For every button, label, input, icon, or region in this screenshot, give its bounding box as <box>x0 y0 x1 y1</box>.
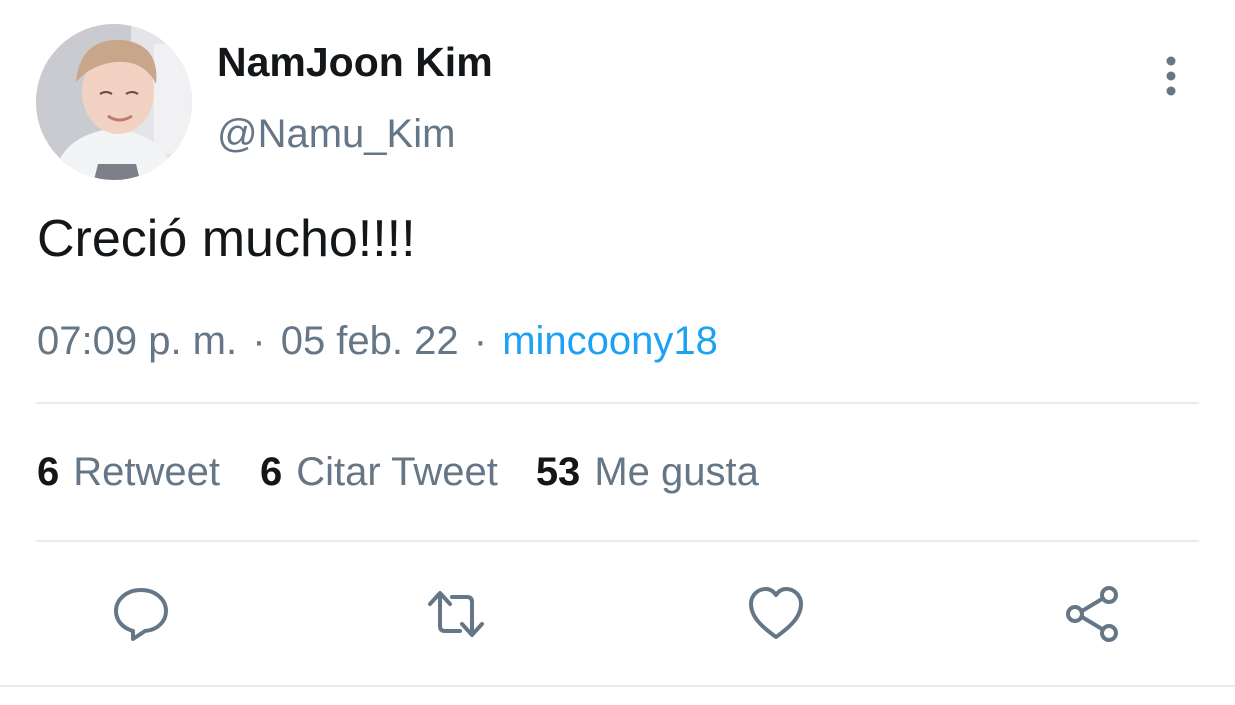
tweet-text: Creció mucho!!!! <box>37 210 416 268</box>
tweet-meta: 07:09 p. m. · 05 feb. 22 · mincoony18 <box>37 315 718 367</box>
like-count: 53 <box>535 450 581 494</box>
share-button[interactable] <box>1063 584 1123 644</box>
tweet-source-link[interactable]: mincoony18 <box>502 319 718 363</box>
like-count-stat[interactable]: 53 Me gusta <box>536 446 759 498</box>
divider <box>36 540 1199 542</box>
reply-button[interactable] <box>111 584 171 644</box>
heart-icon <box>749 587 803 639</box>
profile-photo <box>36 24 192 180</box>
quote-count-stat[interactable]: 6 Citar Tweet <box>260 446 498 498</box>
author-display-name[interactable]: NamJoon Kim <box>217 38 493 86</box>
like-button[interactable] <box>746 584 806 644</box>
vertical-ellipsis-icon <box>1166 56 1176 96</box>
quote-label: Citar Tweet <box>296 450 498 494</box>
tweet-stats: 6 Retweet 6 Citar Tweet 53 Me gusta <box>37 446 759 498</box>
retweet-label: Retweet <box>73 450 220 494</box>
more-options-button[interactable] <box>1150 52 1192 98</box>
tweet-time: 07:09 p. m. <box>37 319 238 363</box>
meta-separator: · <box>473 319 488 363</box>
divider <box>0 685 1235 687</box>
avatar[interactable] <box>36 24 192 180</box>
quote-count: 6 <box>260 450 283 494</box>
retweet-count: 6 <box>37 450 60 494</box>
retweet-count-stat[interactable]: 6 Retweet <box>37 446 220 498</box>
like-label: Me gusta <box>594 450 759 494</box>
divider <box>36 402 1199 404</box>
share-nodes-icon <box>1066 586 1118 642</box>
tweet-date: 05 feb. 22 <box>280 319 459 363</box>
meta-separator: · <box>252 319 266 363</box>
retweet-button[interactable] <box>426 584 486 644</box>
author-handle[interactable]: @Namu_Kim <box>217 110 455 158</box>
speech-bubble-icon <box>114 588 168 641</box>
retweet-arrows-icon <box>428 591 484 637</box>
